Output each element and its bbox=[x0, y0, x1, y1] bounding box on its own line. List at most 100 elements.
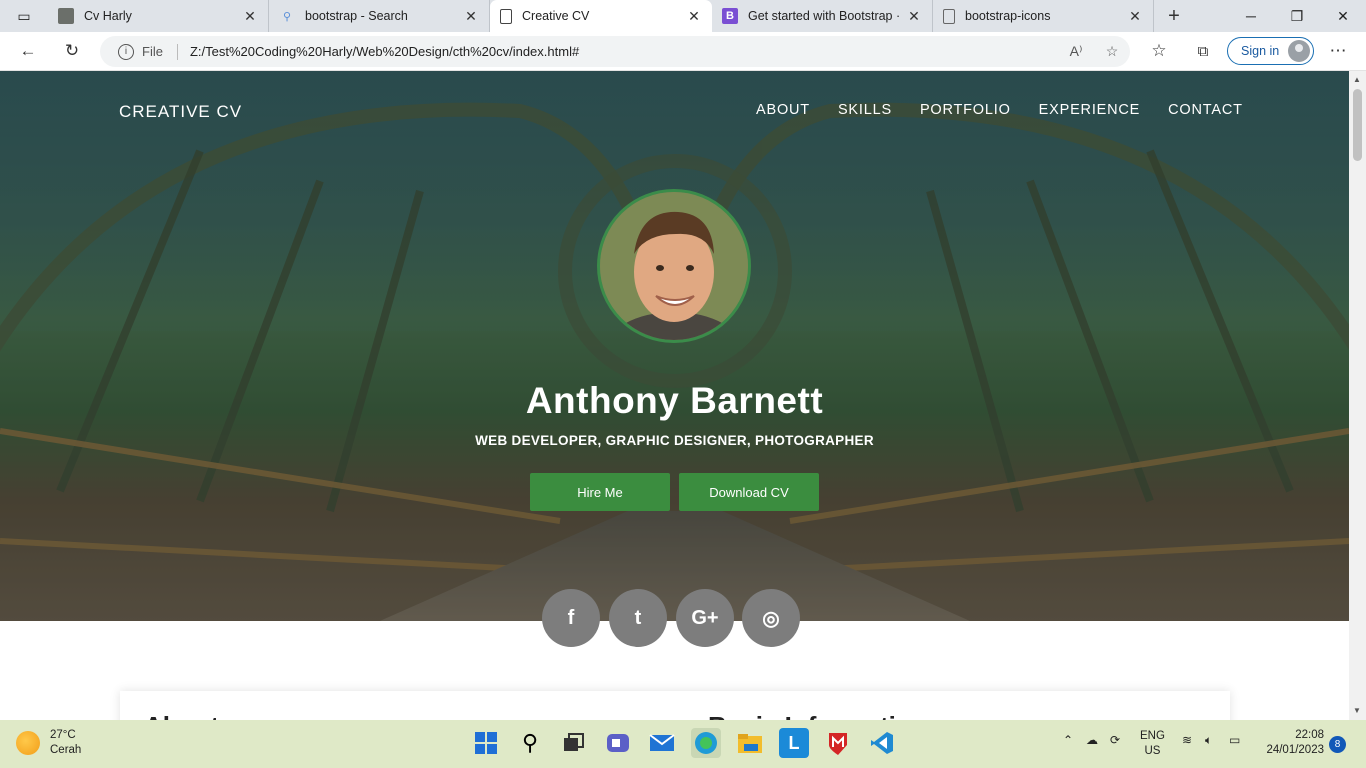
tab-get-started-bootstrap[interactable]: B Get started with Bootstrap · B ✕ bbox=[712, 0, 933, 32]
tab-cv-harly[interactable]: Cv Harly ✕ bbox=[48, 0, 269, 32]
google-plus-glyph: G+ bbox=[691, 606, 719, 629]
language-region: US bbox=[1144, 745, 1161, 757]
collections-icon[interactable]: ⧉ bbox=[1185, 35, 1221, 67]
new-tab-button[interactable]: + bbox=[1154, 0, 1194, 32]
mail-icon[interactable] bbox=[647, 728, 677, 758]
tab-title: bootstrap - Search bbox=[305, 9, 408, 23]
page-scrollbar[interactable]: ▲ ▼ bbox=[1349, 71, 1366, 720]
twitter-glyph: t bbox=[634, 606, 642, 629]
profile-name: Anthony Barnett bbox=[525, 380, 824, 421]
back-button[interactable]: ← bbox=[10, 35, 46, 67]
hero-section: CREATIVE CV ABOUT SKILLS PORTFOLIO EXPER… bbox=[0, 71, 1349, 621]
weather-temperature: 27°C bbox=[50, 729, 76, 741]
tab-title: bootstrap-icons bbox=[965, 9, 1051, 23]
scrollbar-thumb[interactable] bbox=[1353, 89, 1362, 161]
hire-me-button[interactable]: Hire Me bbox=[530, 473, 670, 511]
language-indicator[interactable]: ENG US bbox=[1140, 729, 1165, 759]
browser-tab-strip: ▭ Cv Harly ✕ ⚲ bootstrap - Search ✕ Crea… bbox=[0, 0, 1366, 32]
close-icon[interactable]: ✕ bbox=[686, 8, 702, 25]
hero-overlay bbox=[0, 71, 1349, 621]
site-nav: ABOUT SKILLS PORTFOLIO EXPERIENCE CONTAC… bbox=[728, 102, 1243, 118]
info-icon[interactable]: i bbox=[118, 43, 134, 60]
download-cv-button[interactable]: Download CV bbox=[679, 473, 819, 511]
nav-experience[interactable]: EXPERIENCE bbox=[1039, 102, 1140, 118]
tab-bootstrap-icons[interactable]: bootstrap-icons ✕ bbox=[933, 0, 1154, 32]
address-scheme: File bbox=[142, 44, 163, 59]
edge-browser-icon[interactable] bbox=[691, 728, 721, 758]
site-brand[interactable]: CREATIVE CV bbox=[119, 102, 242, 122]
scroll-up-icon[interactable]: ▲ bbox=[1353, 75, 1361, 84]
start-icon[interactable] bbox=[471, 728, 501, 758]
notification-badge[interactable]: 8 bbox=[1329, 736, 1346, 753]
restore-button[interactable]: ❐ bbox=[1274, 0, 1320, 32]
system-clock[interactable]: 22:08 24/01/2023 bbox=[1256, 728, 1324, 758]
twitter-icon[interactable]: t bbox=[609, 589, 667, 647]
close-icon[interactable]: ✕ bbox=[242, 8, 258, 25]
clock-date: 24/01/2023 bbox=[1266, 744, 1324, 756]
tab-actions-icon[interactable]: ▭ bbox=[0, 0, 48, 32]
mcafee-icon[interactable] bbox=[823, 728, 853, 758]
page-viewport: CREATIVE CV ABOUT SKILLS PORTFOLIO EXPER… bbox=[0, 71, 1366, 720]
close-icon[interactable]: ✕ bbox=[463, 8, 479, 25]
add-favorite-icon[interactable]: ☆ bbox=[1094, 43, 1130, 60]
photo-favicon-icon bbox=[58, 8, 74, 24]
window-close-button[interactable]: ✕ bbox=[1320, 0, 1366, 32]
tab-title: Creative CV bbox=[522, 9, 590, 23]
browser-toolbar: ← ↻ i File Z:/Test%20Coding%20Harly/Web%… bbox=[0, 32, 1366, 71]
clock-time: 22:08 bbox=[1295, 729, 1324, 741]
nav-skills[interactable]: SKILLS bbox=[838, 102, 892, 118]
tab-bootstrap-search[interactable]: ⚲ bootstrap - Search ✕ bbox=[269, 0, 490, 32]
facebook-glyph: f bbox=[567, 606, 575, 629]
tab-title: Cv Harly bbox=[84, 9, 132, 23]
show-hidden-icons-icon[interactable]: ⌃ bbox=[1063, 733, 1073, 747]
refresh-button[interactable]: ↻ bbox=[54, 35, 90, 67]
profile-subtitle: WEB DEVELOPER, GRAPHIC DESIGNER, PHOTOGR… bbox=[475, 433, 874, 448]
battery-icon[interactable]: ▭ bbox=[1229, 733, 1240, 747]
nav-portfolio[interactable]: PORTFOLIO bbox=[920, 102, 1011, 118]
address-bar[interactable]: i File Z:/Test%20Coding%20Harly/Web%20De… bbox=[100, 36, 1130, 67]
tab-title: Get started with Bootstrap · B bbox=[748, 9, 900, 23]
sync-icon[interactable]: ⟳ bbox=[1110, 733, 1120, 747]
google-plus-icon[interactable]: G+ bbox=[676, 589, 734, 647]
onedrive-offline-icon[interactable]: ☁ bbox=[1086, 733, 1098, 747]
close-icon[interactable]: ✕ bbox=[1127, 8, 1143, 25]
search-icon[interactable]: ⚲ bbox=[515, 728, 545, 758]
windows-taskbar: 27°C Cerah ⚲ L ⌃ ☁ ⟳ ENG US ≋ 🔈︎ ▭ 22:08… bbox=[0, 720, 1366, 768]
instagram-icon[interactable]: ◎ bbox=[742, 589, 800, 647]
minimize-button[interactable]: ─ bbox=[1228, 0, 1274, 32]
tab-creative-cv[interactable]: Creative CV ✕ bbox=[490, 0, 712, 32]
close-icon[interactable]: ✕ bbox=[906, 8, 922, 25]
facebook-icon[interactable]: f bbox=[542, 589, 600, 647]
vscode-icon[interactable] bbox=[867, 728, 897, 758]
weather-condition: Cerah bbox=[50, 744, 82, 756]
avatar bbox=[1288, 40, 1310, 62]
basic-information-heading: Basic Information bbox=[708, 711, 928, 720]
nav-about[interactable]: ABOUT bbox=[756, 102, 810, 118]
launcher-app-icon[interactable]: L bbox=[779, 728, 809, 758]
page-icon bbox=[943, 8, 955, 24]
task-view-icon[interactable] bbox=[559, 728, 589, 758]
search-icon: ⚲ bbox=[282, 10, 292, 23]
address-divider bbox=[176, 43, 178, 60]
scroll-down-icon[interactable]: ▼ bbox=[1353, 706, 1361, 715]
read-aloud-icon[interactable]: A⁾ bbox=[1058, 43, 1094, 60]
bootstrap-icon: B bbox=[722, 8, 738, 24]
profile-photo bbox=[597, 189, 751, 343]
volume-icon[interactable]: 🔈︎ bbox=[1205, 733, 1212, 748]
sign-in-button[interactable]: Sign in bbox=[1227, 37, 1314, 65]
about-heading: About bbox=[144, 711, 219, 720]
more-menu-icon[interactable]: ⋯ bbox=[1320, 35, 1356, 67]
file-explorer-icon[interactable] bbox=[735, 728, 765, 758]
wifi-icon[interactable]: ≋ bbox=[1182, 733, 1192, 747]
address-url[interactable]: Z:/Test%20Coding%20Harly/Web%20Design/ct… bbox=[190, 44, 1058, 59]
nav-contact[interactable]: CONTACT bbox=[1168, 102, 1243, 118]
instagram-glyph: ◎ bbox=[762, 607, 780, 630]
teams-chat-icon[interactable] bbox=[603, 728, 633, 758]
weather-icon bbox=[16, 731, 40, 755]
about-card: About Basic Information bbox=[120, 691, 1230, 720]
favorites-icon[interactable]: ☆ bbox=[1141, 35, 1177, 67]
sign-in-label: Sign in bbox=[1241, 44, 1280, 58]
page-icon bbox=[500, 8, 512, 24]
language-code: ENG bbox=[1140, 730, 1165, 742]
weather-widget[interactable]: 27°C Cerah bbox=[16, 728, 81, 758]
